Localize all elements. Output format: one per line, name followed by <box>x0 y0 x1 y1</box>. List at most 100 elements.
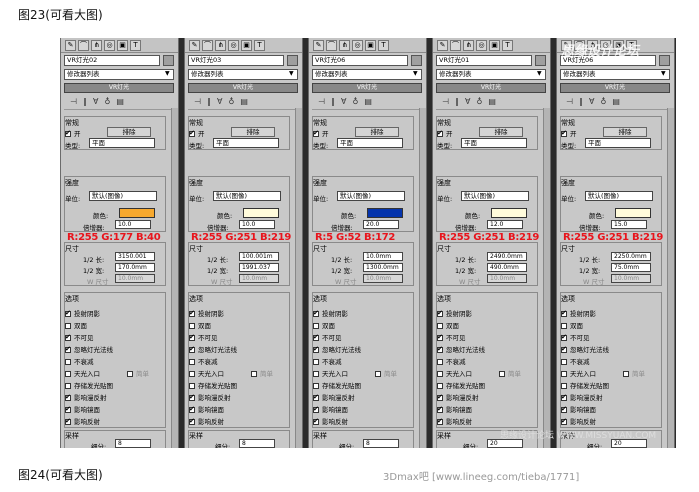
type-dropdown[interactable]: 平面 <box>337 138 403 148</box>
unit-dropdown[interactable]: 默认(图像) <box>461 191 529 201</box>
option-row[interactable]: 忽略灯光法线 <box>189 344 237 354</box>
option-row[interactable]: 影响漫反射 <box>189 392 231 402</box>
utilities-tab-icon[interactable]: T <box>502 40 513 51</box>
option-row[interactable]: 存储发光贴图 <box>561 380 609 390</box>
hierarchy-tab-icon[interactable]: ⋔ <box>91 40 102 51</box>
option-checkbox[interactable] <box>561 417 567 425</box>
option-checkbox[interactable] <box>437 309 443 317</box>
option-checkbox[interactable] <box>65 359 71 365</box>
panel-scrollbar[interactable] <box>419 108 426 448</box>
motion-tab-icon[interactable]: ◎ <box>352 40 363 51</box>
option-row[interactable]: 不衰减 <box>189 356 218 366</box>
option-checkbox[interactable] <box>561 345 567 353</box>
configure-sets-icon[interactable]: ▤ <box>488 97 496 109</box>
remove-modifier-icon[interactable]: ♁ <box>600 97 606 109</box>
option-row[interactable]: 存储发光贴图 <box>189 380 237 390</box>
half-length-field[interactable]: 3150.001 <box>115 252 155 261</box>
option-checkbox[interactable] <box>437 417 443 425</box>
option-row[interactable]: 天光入口 <box>561 368 596 378</box>
create-tab-icon[interactable]: ✎ <box>65 40 76 51</box>
on-checkbox[interactable] <box>313 129 319 137</box>
multiplier-field[interactable]: 12.0 <box>487 220 523 229</box>
option-row[interactable]: 影响漫反射 <box>561 392 603 402</box>
unit-dropdown[interactable]: 默认(图像) <box>89 191 157 201</box>
on-checkbox-row[interactable]: 开 <box>189 128 205 138</box>
option-row[interactable]: 影响镜面 <box>437 404 472 414</box>
object-color-swatch[interactable] <box>163 55 174 66</box>
modifier-stack-item[interactable]: VR灯光 <box>64 83 174 93</box>
make-unique-icon[interactable]: ∀ <box>589 97 594 109</box>
option-row[interactable]: 双面 <box>65 320 87 330</box>
option-checkbox[interactable] <box>437 333 443 341</box>
option-row[interactable]: 影响反射 <box>189 416 224 426</box>
type-dropdown[interactable]: 平面 <box>461 138 527 148</box>
option-checkbox[interactable] <box>313 309 319 317</box>
light-color-swatch[interactable] <box>367 208 403 218</box>
exclude-button[interactable]: 排除 <box>107 127 151 137</box>
option-checkbox[interactable] <box>65 333 71 341</box>
make-unique-icon[interactable]: ∀ <box>465 97 470 109</box>
object-color-swatch[interactable] <box>411 55 422 66</box>
modifier-list-dropdown[interactable]: 修改器列表 <box>312 69 422 80</box>
show-end-result-icon[interactable]: ‖ <box>331 97 335 109</box>
exclude-button[interactable]: 排除 <box>355 127 399 137</box>
option-row[interactable]: 不可见 <box>561 332 590 342</box>
option-row[interactable]: 影响漫反射 <box>65 392 107 402</box>
option-checkbox[interactable] <box>189 309 195 317</box>
utilities-tab-icon[interactable]: T <box>130 40 141 51</box>
configure-sets-icon[interactable]: ▤ <box>240 97 248 109</box>
option-row[interactable]: 双面 <box>561 320 583 330</box>
on-checkbox[interactable] <box>65 129 71 137</box>
multiplier-field[interactable]: 10.0 <box>115 220 151 229</box>
option-checkbox[interactable] <box>65 405 71 413</box>
option-checkbox[interactable] <box>437 383 443 389</box>
multiplier-field[interactable]: 10.0 <box>239 220 275 229</box>
simple-row[interactable]: 简单 <box>251 368 273 378</box>
modifier-stack-item[interactable]: VR灯光 <box>188 83 298 93</box>
hierarchy-tab-icon[interactable]: ⋔ <box>339 40 350 51</box>
option-row[interactable]: 影响镜面 <box>65 404 100 414</box>
option-row[interactable]: 投射阴影 <box>189 308 224 318</box>
pin-stack-icon[interactable]: ⊣ <box>194 97 201 109</box>
remove-modifier-icon[interactable]: ♁ <box>476 97 482 109</box>
exclude-button[interactable]: 排除 <box>479 127 523 137</box>
panel-scrollbar[interactable] <box>667 108 674 448</box>
option-row[interactable]: 影响镜面 <box>189 404 224 414</box>
option-row[interactable]: 不衰减 <box>65 356 94 366</box>
option-row[interactable]: 影响镜面 <box>313 404 348 414</box>
option-checkbox[interactable] <box>561 359 567 365</box>
pin-stack-icon[interactable]: ⊣ <box>442 97 449 109</box>
display-tab-icon[interactable]: ▣ <box>241 40 252 51</box>
half-length-field[interactable]: 100.001m <box>239 252 279 261</box>
option-checkbox[interactable] <box>65 323 71 329</box>
option-checkbox[interactable] <box>561 309 567 317</box>
option-checkbox[interactable] <box>189 383 195 389</box>
remove-modifier-icon[interactable]: ♁ <box>228 97 234 109</box>
option-checkbox[interactable] <box>189 359 195 365</box>
half-width-field[interactable]: 1991.037 <box>239 263 279 272</box>
option-row[interactable]: 影响反射 <box>65 416 100 426</box>
half-width-field[interactable]: 170.0mm <box>115 263 155 272</box>
option-checkbox[interactable] <box>437 393 443 401</box>
option-row[interactable]: 天光入口 <box>65 368 100 378</box>
on-checkbox-row[interactable]: 开 <box>65 128 81 138</box>
option-row[interactable]: 不可见 <box>313 332 342 342</box>
option-checkbox[interactable] <box>313 417 319 425</box>
panel-scrollbar[interactable] <box>171 108 178 448</box>
object-name-field[interactable]: VR灯光02 <box>64 55 160 66</box>
motion-tab-icon[interactable]: ◎ <box>104 40 115 51</box>
object-name-field[interactable]: VR灯光01 <box>436 55 532 66</box>
option-checkbox[interactable] <box>561 393 567 401</box>
option-checkbox[interactable] <box>65 393 71 401</box>
remove-modifier-icon[interactable]: ♁ <box>104 97 110 109</box>
option-checkbox[interactable] <box>437 323 443 329</box>
multiplier-field[interactable]: 20.0 <box>363 220 399 229</box>
motion-tab-icon[interactable]: ◎ <box>476 40 487 51</box>
unit-dropdown[interactable]: 默认(图像) <box>213 191 281 201</box>
half-width-field[interactable]: 1300.0mm <box>363 263 403 272</box>
option-row[interactable]: 不可见 <box>189 332 218 342</box>
option-row[interactable]: 忽略灯光法线 <box>313 344 361 354</box>
object-name-field[interactable]: VR灯光06 <box>312 55 408 66</box>
exclude-button[interactable]: 排除 <box>231 127 275 137</box>
option-row[interactable]: 天光入口 <box>437 368 472 378</box>
